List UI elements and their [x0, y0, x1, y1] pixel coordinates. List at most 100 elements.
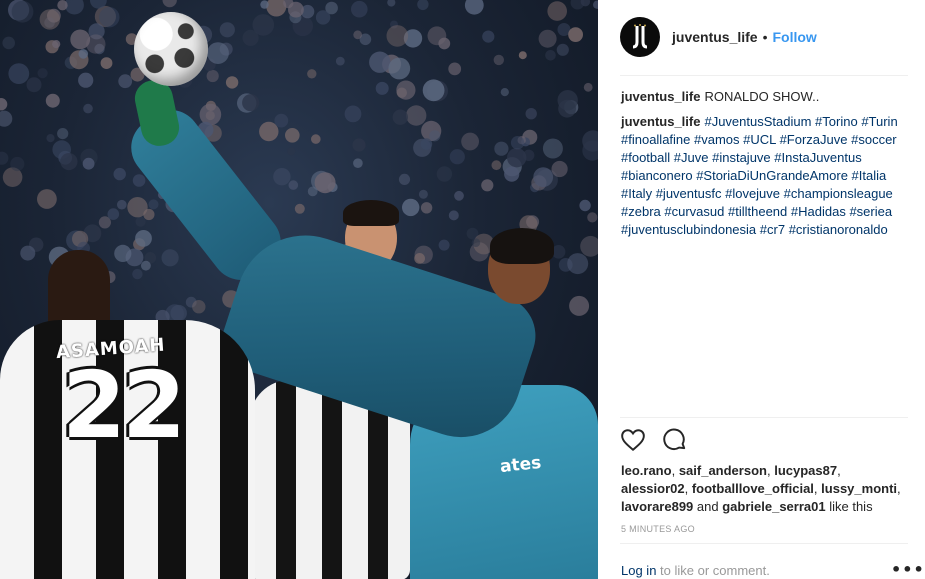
- hashtag-link[interactable]: #Italy: [621, 186, 652, 201]
- crowd-dot: [417, 0, 429, 11]
- crowd-dot: [507, 148, 527, 168]
- hashtag-list: #JuventusStadium #Torino #Turin #finoall…: [621, 114, 898, 237]
- comment-username[interactable]: juventus_life: [621, 114, 700, 129]
- crowd-dot: [45, 93, 60, 108]
- hashtag-link[interactable]: #vamos: [694, 132, 740, 147]
- crowd-dot: [429, 130, 441, 142]
- hashtag-link[interactable]: #cr7: [760, 222, 785, 237]
- crowd-dot: [353, 158, 363, 168]
- hashtag-link[interactable]: #soccer: [851, 132, 897, 147]
- crowd-dot: [135, 230, 152, 247]
- header-username[interactable]: juventus_life: [672, 29, 758, 45]
- comment-bubble-icon[interactable]: [662, 427, 688, 453]
- shirt-player-number: 22: [62, 352, 186, 459]
- like-user[interactable]: lavorare899: [621, 499, 693, 514]
- hashtag-link[interactable]: #ForzaJuve: [780, 132, 848, 147]
- hashtag-link[interactable]: #bianconero: [621, 168, 693, 183]
- crowd-dot: [567, 253, 589, 275]
- crowd-dot: [510, 136, 525, 150]
- like-user[interactable]: lucypas87: [774, 463, 837, 478]
- hashtag-link[interactable]: #juventusclubindonesia: [621, 222, 756, 237]
- crowd-dot: [8, 63, 30, 84]
- crowd-dot: [375, 81, 389, 95]
- caption-username[interactable]: juventus_life: [621, 89, 700, 104]
- crowd-dot: [414, 253, 425, 264]
- hashtag-link[interactable]: #JuventusStadium: [704, 114, 811, 129]
- like-user[interactable]: saif_anderson: [679, 463, 767, 478]
- hashtag-link[interactable]: #championsleague: [784, 186, 893, 201]
- hashtag-link[interactable]: #seriea: [849, 204, 892, 219]
- hashtag-link[interactable]: #UCL: [743, 132, 776, 147]
- defender-hair: [343, 200, 399, 226]
- crowd-dot: [99, 7, 120, 28]
- hashtag-link[interactable]: #instajuve: [712, 150, 771, 165]
- crowd-dot: [504, 166, 520, 182]
- post-photo[interactable]: ates ASAMOAH 22: [0, 0, 598, 579]
- crowd-dot: [273, 168, 291, 186]
- crowd-dot: [307, 186, 318, 197]
- like-user[interactable]: gabriele_serra01: [722, 499, 825, 514]
- crowd-dot: [37, 189, 57, 209]
- likes-line: leo.rano, saif_anderson, lucypas87,: [621, 463, 841, 478]
- crowd-dot: [206, 69, 219, 83]
- crowd-dot: [132, 268, 143, 280]
- crowd-dot: [454, 190, 464, 201]
- follow-button[interactable]: Follow: [773, 29, 817, 45]
- hashtag-link[interactable]: #tilltheend: [728, 204, 787, 219]
- crowd-dot: [352, 138, 366, 152]
- like-user[interactable]: footballlove_official: [692, 481, 814, 496]
- crowd-dot: [422, 79, 445, 102]
- crowd-dot: [482, 30, 495, 43]
- crowd-dot: [538, 29, 557, 48]
- hashtag-link[interactable]: #Italia: [852, 168, 887, 183]
- crowd-dot: [491, 160, 502, 171]
- crowd-dot: [570, 0, 585, 10]
- crowd-dot: [420, 138, 433, 150]
- crowd-dot: [10, 156, 25, 172]
- hashtag-link[interactable]: #InstaJuventus: [774, 150, 861, 165]
- crowd-dot: [78, 49, 89, 59]
- crowd-dot: [64, 0, 84, 15]
- crowd-dot: [471, 238, 481, 247]
- hashtag-link[interactable]: #cristianoronaldo: [789, 222, 888, 237]
- crowd-dot: [448, 210, 459, 221]
- post-timestamp[interactable]: 5 MINUTES AGO: [621, 524, 695, 534]
- hashtag-link[interactable]: #Juve: [674, 150, 709, 165]
- crowd-dot: [78, 72, 94, 88]
- crowd-dot: [427, 26, 447, 46]
- like-user[interactable]: alessior02: [621, 481, 685, 496]
- more-options-icon[interactable]: •••: [891, 560, 925, 579]
- heart-icon[interactable]: [620, 427, 646, 453]
- hashtag-link[interactable]: #Turin: [861, 114, 897, 129]
- crowd-dot: [162, 0, 177, 8]
- crowd-dot: [26, 77, 42, 93]
- hashtag-link[interactable]: #zebra: [621, 204, 661, 219]
- crowd-dot: [351, 0, 368, 18]
- crowd-dot: [518, 51, 527, 60]
- hashtag-link[interactable]: #finoallafine: [621, 132, 690, 147]
- crowd-dot: [335, 56, 345, 66]
- crowd-dot: [219, 22, 235, 38]
- like-user[interactable]: leo.rano: [621, 463, 672, 478]
- crowd-dot: [388, 57, 411, 80]
- crowd-dot: [113, 167, 126, 181]
- crowd-dot: [148, 199, 159, 210]
- crowd-dot: [500, 88, 509, 97]
- hashtag-link[interactable]: #Torino: [815, 114, 858, 129]
- crowd-dot: [307, 69, 317, 79]
- crowd-dot: [141, 260, 151, 271]
- crowd-dot: [0, 151, 9, 165]
- hashtag-link[interactable]: #football: [621, 150, 670, 165]
- hashtag-link[interactable]: #curvasud: [664, 204, 724, 219]
- hashtag-link[interactable]: #juventusfc: [656, 186, 722, 201]
- hashtag-link[interactable]: #Hadidas: [791, 204, 846, 219]
- crowd-dot: [353, 30, 363, 40]
- hashtag-link[interactable]: #StoriaDiUnGrandeAmore: [696, 168, 848, 183]
- crowd-dot: [418, 189, 428, 199]
- avatar[interactable]: [620, 17, 660, 57]
- like-user[interactable]: lussy_monti: [821, 481, 897, 496]
- crowd-dot: [551, 160, 568, 178]
- crowd-dot: [386, 25, 409, 47]
- hashtag-link[interactable]: #lovejuve: [725, 186, 780, 201]
- login-link[interactable]: Log in: [621, 563, 656, 578]
